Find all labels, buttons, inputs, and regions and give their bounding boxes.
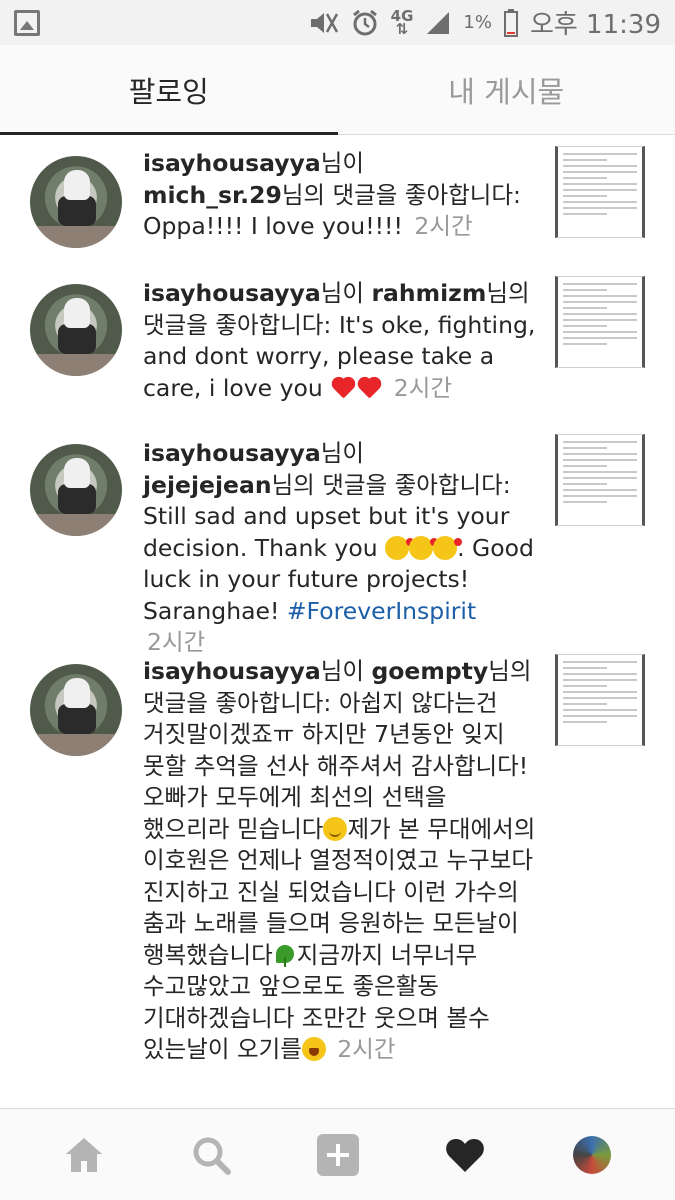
- activity-text: isayhousayya님이 jejejejean님의 댓글을 좋아합니다: S…: [143, 439, 534, 656]
- grinning-face-emoji-icon: [301, 1037, 326, 1061]
- add-icon[interactable]: [308, 1125, 368, 1185]
- activity-feed: isayhousayya님이 mich_sr.29님의 댓글을 좋아합니다: O…: [0, 136, 675, 1110]
- signal-icon: [425, 10, 451, 36]
- gallery-notification-icon: [14, 9, 40, 36]
- activity-text: isayhousayya님이 goempty님의 댓글을 좋아합니다: 아쉽지 …: [143, 657, 536, 1063]
- comment-text: Oppa!!!! I love you!!!!: [143, 212, 403, 240]
- heart-icon[interactable]: [435, 1125, 495, 1185]
- status-bar: 4G ⇅ 1% 오후 11:39: [0, 0, 675, 45]
- avatar[interactable]: [30, 156, 122, 248]
- avatar[interactable]: [30, 444, 122, 536]
- bottom-navigation: [0, 1108, 675, 1200]
- tab-my-posts[interactable]: 내 게시물: [338, 45, 675, 134]
- clock: 오후 11:39: [529, 10, 661, 40]
- timestamp: 2시간: [337, 1035, 396, 1063]
- activity-text: isayhousayya님이 mich_sr.29님의 댓글을 좋아합니다: O…: [143, 149, 521, 240]
- username-link[interactable]: isayhousayya: [143, 439, 321, 467]
- post-thumbnail[interactable]: [555, 654, 645, 746]
- target-username-link[interactable]: rahmizm: [371, 279, 486, 307]
- avatar[interactable]: [30, 664, 122, 756]
- timestamp: 2시간: [147, 628, 206, 656]
- network-indicator: 4G ⇅: [390, 6, 414, 38]
- kissing-face-emoji-icon: [409, 535, 439, 560]
- four-leaf-clover-emoji-icon: [273, 943, 297, 967]
- profile-avatar[interactable]: [562, 1125, 622, 1185]
- avatar[interactable]: [30, 284, 122, 376]
- activity-text: isayhousayya님이 rahmizm님의 댓글을 좋아합니다: It's…: [143, 279, 536, 402]
- kissing-face-emoji-icon: [385, 535, 415, 560]
- kissing-face-emoji-icon: [433, 535, 463, 560]
- alarm-icon: [351, 9, 379, 37]
- battery-icon: [503, 8, 518, 37]
- tab-following[interactable]: 팔로잉: [0, 45, 338, 135]
- hashtag-link[interactable]: #ForeverInspirit: [287, 597, 476, 625]
- timestamp: 2시간: [414, 212, 473, 240]
- target-username-link[interactable]: mich_sr.29: [143, 181, 282, 209]
- username-link[interactable]: isayhousayya: [143, 657, 321, 685]
- activity-tabs: 팔로잉 내 게시물: [0, 45, 675, 135]
- network-type: 4G: [390, 6, 414, 25]
- target-username-link[interactable]: goempty: [371, 657, 488, 685]
- post-thumbnail[interactable]: [555, 434, 645, 526]
- mute-icon: [309, 10, 339, 36]
- red-heart-emoji-icon: [330, 378, 356, 400]
- post-thumbnail[interactable]: [555, 276, 645, 368]
- timestamp: 2시간: [393, 373, 452, 402]
- smiling-face-emoji-icon: [323, 816, 348, 841]
- username-link[interactable]: isayhousayya: [143, 149, 321, 177]
- username-link[interactable]: isayhousayya: [143, 279, 321, 307]
- search-icon[interactable]: [181, 1125, 241, 1185]
- home-icon[interactable]: [54, 1125, 114, 1185]
- post-thumbnail[interactable]: [555, 146, 645, 238]
- battery-percent: 1%: [463, 12, 492, 33]
- red-heart-emoji-icon: [356, 378, 382, 400]
- target-username-link[interactable]: jejejejean: [143, 471, 272, 499]
